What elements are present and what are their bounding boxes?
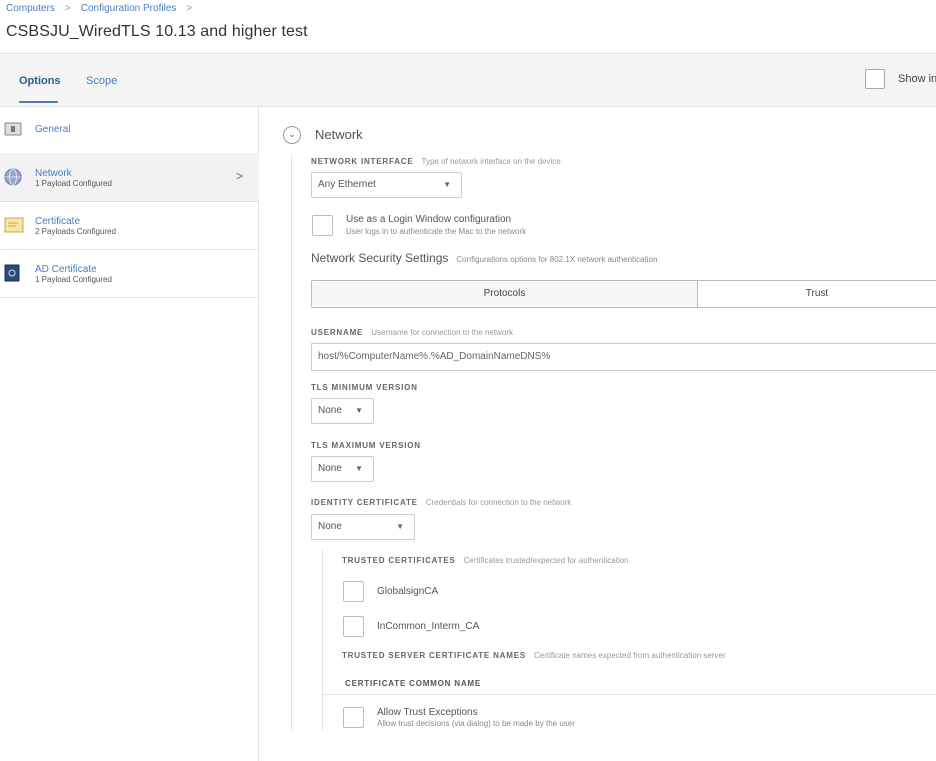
login-window-sub: User logs in to authenticate the Mac to … — [346, 227, 527, 236]
field-hint: Type of network interface on the device — [421, 157, 561, 166]
sidebar-item-subtitle: 2 Payloads Configured — [35, 227, 116, 236]
trust-exceptions-label: Allow Trust Exceptions — [377, 707, 478, 718]
select-value: None — [318, 405, 342, 416]
sidebar-item-network[interactable]: Network 1 Payload Configured > — [0, 153, 259, 202]
sidebar-item-subtitle: 1 Payload Configured — [35, 275, 112, 284]
sidebar-item-label: General — [35, 124, 71, 135]
tls-min-label: TLS MINIMUM VERSION — [311, 383, 418, 392]
table-divider — [322, 694, 936, 695]
field-label: TRUSTED CERTIFICATES — [342, 556, 456, 565]
network-interface-select[interactable]: Any Ethernet ▼ — [311, 172, 462, 198]
globalsignca-checkbox[interactable] — [343, 581, 364, 602]
header: Computers > Configuration Profiles > CSB… — [0, 0, 936, 54]
chevron-right-icon: > — [236, 169, 244, 183]
breadcrumb-configuration-profiles[interactable]: Configuration Profiles — [81, 3, 177, 14]
payload-sidebar: General Network 1 Payload Configured > C… — [0, 108, 259, 761]
network-interface-label: NETWORK INTERFACE Type of network interfa… — [311, 157, 561, 166]
select-value: None — [318, 521, 342, 532]
select-value: Any Ethernet — [318, 179, 376, 190]
tab-bar: Options Scope — [0, 55, 936, 107]
caret-down-icon: ▼ — [396, 522, 404, 531]
field-hint: Certificate names expected from authenti… — [533, 651, 726, 660]
identity-certificate-select[interactable]: None ▼ — [311, 514, 415, 540]
field-label: TLS MAXIMUM VERSION — [311, 441, 421, 450]
tab-scope[interactable]: Scope — [86, 75, 117, 87]
field-label: USERNAME — [311, 328, 364, 337]
section-guide-line — [291, 155, 292, 731]
general-icon — [4, 122, 22, 136]
trusted-certificates-label: TRUSTED CERTIFICATES Certificates trusted… — [342, 556, 629, 565]
incommon-interm-ca-checkbox[interactable] — [343, 616, 364, 637]
trusted-cert-label: GlobalsignCA — [377, 586, 439, 597]
caret-down-icon: ▼ — [355, 406, 363, 415]
security-settings-heading: Network Security Settings Configurations … — [311, 251, 657, 265]
sidebar-item-subtitle: 1 Payload Configured — [35, 179, 112, 188]
network-section-heading: Network — [315, 127, 363, 142]
tls-min-select[interactable]: None ▼ — [311, 398, 374, 424]
caret-down-icon: ▼ — [355, 464, 363, 473]
select-value: None — [318, 463, 342, 474]
tab-options[interactable]: Options — [19, 75, 61, 87]
username-label: USERNAME Username for connection to the n… — [311, 328, 513, 337]
sidebar-item-general[interactable]: General — [0, 108, 259, 156]
sidebar-item-label: Network — [35, 168, 72, 179]
field-label: TLS MINIMUM VERSION — [311, 383, 418, 392]
trusted-cert-label: InCommon_Interm_CA — [377, 621, 480, 632]
field-hint: Credentials for connection to the networ… — [425, 498, 572, 507]
collapse-toggle-icon[interactable]: ⌄ — [283, 126, 301, 144]
trust-guide-line — [322, 550, 323, 730]
active-tab-indicator — [19, 101, 58, 103]
certificate-icon — [4, 217, 24, 233]
breadcrumb-separator: > — [64, 3, 71, 14]
field-hint: Username for connection to the network — [371, 328, 514, 337]
page-title: CSBSJU_WiredTLS 10.13 and higher test — [6, 23, 308, 40]
segment-protocols[interactable]: Protocols — [312, 281, 698, 307]
breadcrumb-separator: > — [186, 3, 193, 14]
field-label: TRUSTED SERVER CERTIFICATE NAMES — [342, 651, 526, 660]
login-window-label: Use as a Login Window configuration — [346, 214, 512, 225]
breadcrumb-computers[interactable]: Computers — [6, 3, 55, 14]
payload-editor — [260, 108, 936, 761]
heading-text: Network Security Settings — [311, 251, 449, 265]
username-input[interactable]: host/%ComputerName%.%AD_DomainNameDNS% — [311, 343, 936, 371]
show-in-label: Show in — [898, 73, 936, 85]
allow-trust-exceptions-checkbox[interactable] — [343, 707, 364, 728]
breadcrumb: Computers > Configuration Profiles > — [6, 3, 192, 14]
sidebar-item-label: Certificate — [35, 216, 81, 227]
tls-max-select[interactable]: None ▼ — [311, 456, 374, 482]
sidebar-item-ad-certificate[interactable]: AD Certificate 1 Payload Configured — [0, 250, 259, 298]
caret-down-icon: ▼ — [443, 180, 451, 189]
field-label: IDENTITY CERTIFICATE — [311, 498, 418, 507]
security-segmented-control: Protocols Trust — [311, 280, 936, 308]
sidebar-item-certificate[interactable]: Certificate 2 Payloads Configured — [0, 202, 259, 250]
field-label: NETWORK INTERFACE — [311, 157, 414, 166]
sidebar-item-label: AD Certificate — [35, 264, 97, 275]
common-name-column-header: CERTIFICATE COMMON NAME — [345, 679, 482, 688]
network-globe-icon — [4, 168, 22, 186]
identity-certificate-label: IDENTITY CERTIFICATE Credentials for conn… — [311, 498, 571, 507]
segment-trust[interactable]: Trust — [698, 281, 936, 307]
trust-exceptions-sub: Allow trust decisions (via dialog) to be… — [377, 719, 575, 728]
field-hint: Certificates trusted/expected for authen… — [463, 556, 629, 565]
heading-hint: Configurations options for 802.1X networ… — [456, 255, 658, 264]
login-window-checkbox[interactable] — [312, 215, 333, 236]
trusted-server-names-label: TRUSTED SERVER CERTIFICATE NAMES Certific… — [342, 651, 726, 660]
tls-max-label: TLS MAXIMUM VERSION — [311, 441, 421, 450]
ad-certificate-icon — [4, 264, 20, 282]
show-in-checkbox[interactable] — [865, 69, 885, 89]
